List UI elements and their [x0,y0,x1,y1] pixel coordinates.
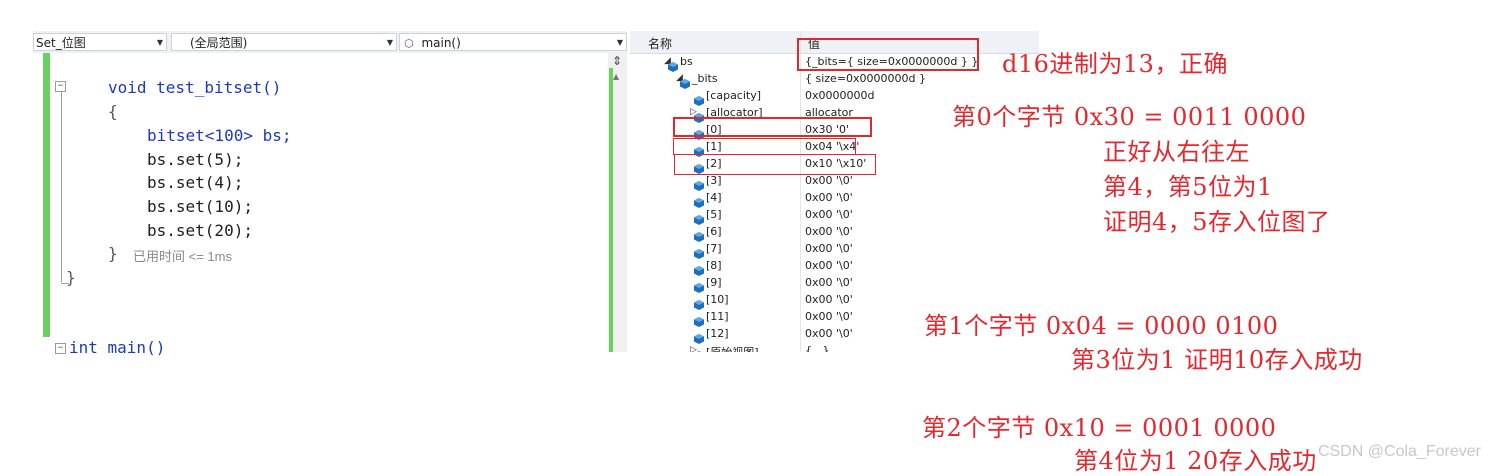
watch-row-name: [7] [706,242,722,255]
code-line-outer-close: } [66,268,76,287]
annotation-byte2-title: 第2个字节 0x10 = 0001 0000 [922,414,1277,442]
collapse-icon[interactable]: − [55,81,66,92]
watch-row-name: [4] [706,191,722,204]
code-line-main: int main() [69,338,165,357]
watch-row-name: [capacity] [706,89,762,102]
scroll-up-icon[interactable]: ▲ [613,72,619,81]
chevron-down-icon[interactable]: ▼ [387,34,393,50]
highlight-box-byte1 [673,138,856,155]
code-text: bitset<100> bs; [147,126,292,145]
watch-row[interactable]: [8] 0x00 '\0' [630,258,1039,276]
highlight-box-byte2 [674,154,876,175]
scrollbar-change-marker [609,68,613,352]
code-line-func-signature: void test_bitset() [108,78,281,97]
highlight-box-byte0 [673,117,872,137]
watch-row[interactable]: [9] 0x00 '\0' [630,275,1039,293]
chevron-down-icon[interactable]: ▼ [617,34,623,50]
watch-row-name: [10] [706,293,729,306]
annotation-byte0-title: 第0个字节 0x30 = 0011 0000 [952,103,1307,131]
code-editor[interactable] [33,53,627,352]
function-icon: ⬡ [404,37,414,50]
elapsed-time-hint: 已用时间 <= 1ms [133,249,232,264]
change-tracking-bar [43,53,50,337]
watch-row[interactable]: [7] 0x00 '\0' [630,241,1039,259]
watch-row-name: [5] [706,208,722,221]
watch-row-value: 0x0000000d [805,89,875,102]
variable-icon [680,74,690,89]
watch-row-value: 0x00 '\0' [805,259,853,272]
code-text: void test_bitset() [108,78,282,97]
scope-combo-label: (全局范围) [190,36,248,50]
watch-row-name: bs [680,55,693,68]
project-combo[interactable]: Set_位图 ▼ [33,33,167,51]
watch-row[interactable]: ▷[原始视图]{...} [630,343,1039,352]
watch-row[interactable]: [5] 0x00 '\0' [630,207,1039,225]
watch-row-name: _bits [692,72,718,85]
variable-icon [694,244,704,259]
variable-icon [694,329,704,344]
watch-row-value: 0x00 '\0' [805,174,853,187]
watch-row-value: { size=0x0000000d } [805,72,927,85]
variable-icon [694,210,704,225]
watch-row-value: 0x00 '\0' [805,327,853,340]
watch-row-value: 0x00 '\0' [805,276,853,289]
code-text: int main() [69,338,166,357]
watch-row-value: 0x00 '\0' [805,191,853,204]
split-icon[interactable]: ⇕ [612,55,622,67]
watermark: CSDN @Cola_Forever [1318,443,1481,460]
annotation-size: d16进制为13，正确 [1002,50,1228,78]
code-line-set5: bs.set(5); [147,150,244,169]
annotation-byte2-line1: 第4位为1 20存入成功 [1074,447,1317,475]
watch-window[interactable]: 名称 值 ◢ bs {_bits={ size=0x0000000d } } ◢ _bi… [630,31,1039,352]
fold-guide [61,92,62,282]
annotation-byte1-line1: 第3位为1 证明10存入成功 [1071,346,1363,374]
code-line-set20: bs.set(20); [147,221,253,240]
project-combo-label: Set_位图 [36,36,86,50]
variable-icon [694,295,704,310]
annotation-byte0-line2: 第4，第5位为1 [1103,173,1273,201]
watch-row[interactable]: ◢ _bits{ size=0x0000000d } [630,71,1039,89]
watch-row-value: 0x00 '\0' [805,293,853,306]
annotation-byte0-line3: 证明4，5存入位图了 [1103,208,1331,236]
variable-icon [694,346,704,352]
function-combo-label: main() [421,36,461,50]
variable-icon [668,57,678,72]
watch-row-value: 0x00 '\0' [805,310,853,323]
variable-icon [694,261,704,276]
watch-row[interactable]: [6] 0x00 '\0' [630,224,1039,242]
highlight-box-value [797,38,979,71]
watch-row-value: 0x00 '\0' [805,242,853,255]
variable-icon [694,91,704,106]
watch-row-name: [9] [706,276,722,289]
annotation-byte0-line1: 正好从右往左 [1103,138,1250,166]
scope-combo[interactable]: (全局范围) ▼ [171,33,397,51]
watch-row-value: 0x00 '\0' [805,208,853,221]
code-line-set10: bs.set(10); [147,197,253,216]
watch-row-name: [11] [706,310,729,323]
variable-icon [694,312,704,327]
watch-row-value: 0x00 '\0' [805,225,853,238]
function-combo[interactable]: ⬡ main() ▼ [399,33,627,51]
watch-row-name: [3] [706,174,722,187]
code-line-declaration: bitset<100> bs; [147,126,292,145]
variable-icon [694,227,704,242]
code-line-set4: bs.set(4); [147,173,244,192]
variable-icon [694,193,704,208]
code-line-close-brace: } [108,244,118,263]
code-line-open-brace: { [108,102,118,121]
column-header-name[interactable]: 名称 [648,35,672,52]
chevron-down-icon[interactable]: ▼ [157,34,163,50]
watch-row-name: [原始视图] [706,344,759,352]
watch-row-value: {...} [805,344,830,352]
watch-row-name: [6] [706,225,722,238]
variable-icon [694,278,704,293]
watch-row[interactable]: [3] 0x00 '\0' [630,173,1039,191]
annotation-byte1-title: 第1个字节 0x04 = 0000 0100 [924,312,1279,340]
collapse-icon[interactable]: − [55,343,66,354]
watch-row-name: [12] [706,327,729,340]
watch-row-name: [8] [706,259,722,272]
watch-row[interactable]: [4] 0x00 '\0' [630,190,1039,208]
variable-icon [694,176,704,191]
